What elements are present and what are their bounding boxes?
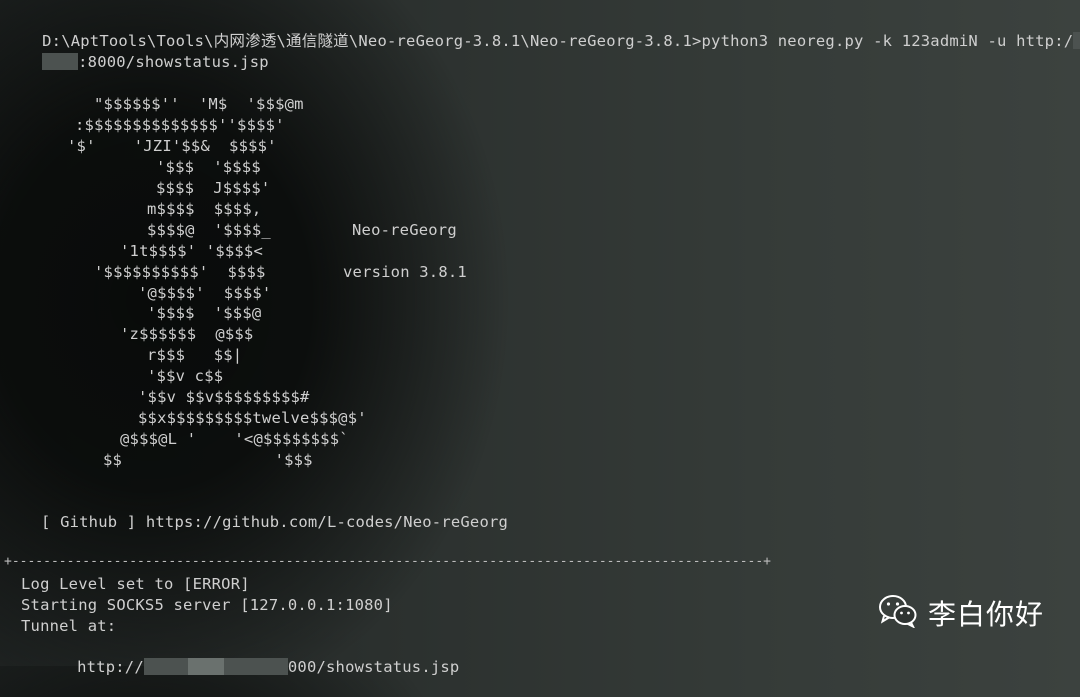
socks-server-line: Starting SOCKS5 server [127.0.0.1:1080] <box>21 596 393 614</box>
ascii-art-line: $$ '$$$ <box>103 451 313 469</box>
tunnel-url-prefix: http:// <box>77 658 144 676</box>
app-name: Neo-reGeorg <box>352 221 457 239</box>
ascii-art-line: r$$$ $$| <box>147 346 243 364</box>
ascii-art-line: "$$$$$$'' 'M$ '$$$@m <box>94 95 304 113</box>
ascii-art-line: '@$$$$' $$$$' <box>138 284 272 302</box>
ascii-art-line: :$$$$$$$$$$$$$$''$$$$' <box>75 116 285 134</box>
version-text: version 3.8.1 <box>343 263 467 281</box>
ascii-art-line: '$$$$ '$$$@ <box>147 304 262 322</box>
ascii-art-line: @$$$@L ' '<@$$$$$$$$` <box>120 430 349 448</box>
separator-line: +---------------------------------------… <box>4 554 772 569</box>
tunnel-url-suffix: 000/showstatus.jsp <box>287 658 460 676</box>
ascii-art-line: '1t$$$$' '$$$$< <box>120 242 263 260</box>
ascii-art-line: $$$$ J$$$$' <box>156 179 271 197</box>
tunnel-url-line: http:// 000/showstatus.jsp <box>39 637 459 697</box>
command-line-continued: :8000/showstatus.jsp <box>4 32 269 92</box>
ascii-art-line: '$$$ '$$$$ <box>156 158 261 176</box>
wechat-watermark: 李白你好 <box>878 593 1044 633</box>
tunnel-label: Tunnel at: <box>21 617 117 635</box>
ascii-art-line: m$$$$ $$$$, <box>147 200 262 218</box>
command-text-continued: :8000/showstatus.jsp <box>78 53 269 71</box>
ascii-art-line: '$$$$$$$$$$' $$$$ <box>94 263 266 281</box>
wechat-icon <box>878 594 918 632</box>
ascii-art-line: 'z$$$$$$ @$$$ <box>120 325 254 343</box>
ascii-art-line: '$$v c$$ <box>147 367 224 385</box>
redacted-host <box>143 658 188 675</box>
log-level-line: Log Level set to [ERROR] <box>21 575 250 593</box>
watermark-text: 李白你好 <box>927 598 1044 631</box>
redacted-host <box>42 53 79 70</box>
redacted-host <box>187 658 224 675</box>
ascii-art-line: '$$v $$v$$$$$$$$$# <box>138 388 310 406</box>
ascii-art-line: $$$$@ '$$$$_ <box>147 221 271 239</box>
github-link-line: [ Github ] https://github.com/L-codes/Ne… <box>41 513 509 531</box>
ascii-art-line: '$' 'JZI'$$& $$$$' <box>67 137 277 155</box>
redacted-host <box>223 658 288 675</box>
redacted-host <box>1073 32 1080 49</box>
ascii-art-line: $$x$$$$$$$$$twelve$$$@$' <box>138 409 367 427</box>
